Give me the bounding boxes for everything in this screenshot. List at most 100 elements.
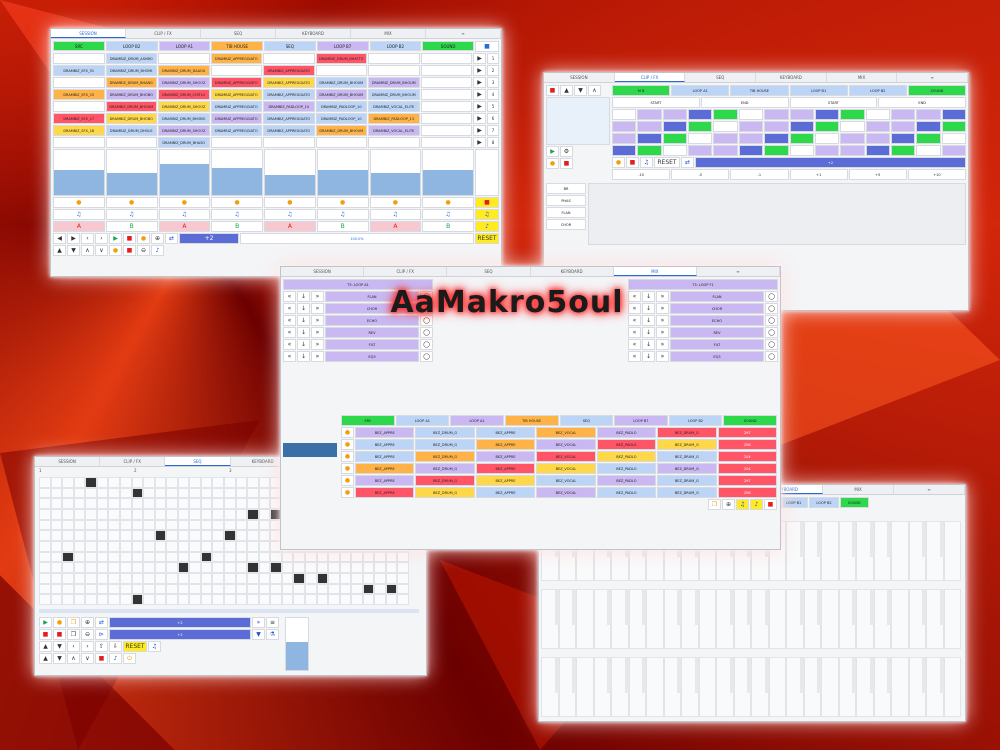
sequencer-step[interactable] bbox=[339, 562, 352, 573]
tab-session[interactable]: SESSION bbox=[281, 267, 365, 276]
sequencer-step[interactable] bbox=[131, 594, 144, 605]
sequencer-step[interactable] bbox=[200, 541, 213, 552]
sequencer-step[interactable] bbox=[177, 583, 190, 595]
clip-slot[interactable] bbox=[420, 113, 472, 124]
clip-slot[interactable]: DRAMBIZ_APPREGGIATO bbox=[210, 53, 262, 64]
sequencer-step[interactable] bbox=[304, 583, 317, 595]
track-header[interactable]: SOUND bbox=[422, 41, 474, 51]
sequencer-step[interactable] bbox=[362, 551, 375, 563]
tab-mix[interactable]: MIX bbox=[827, 73, 898, 82]
clip-slot[interactable]: DRAMBIZ_SFX_18 bbox=[53, 125, 105, 136]
step-pad[interactable] bbox=[662, 145, 688, 156]
volume-fader[interactable] bbox=[316, 149, 369, 196]
sequencer-step[interactable] bbox=[200, 509, 213, 520]
rewind-icon[interactable]: « bbox=[628, 351, 641, 362]
tab-keyboard[interactable]: KEYBOARD bbox=[756, 73, 827, 82]
step-pad[interactable] bbox=[916, 121, 941, 132]
white-key[interactable] bbox=[716, 657, 737, 717]
knob-icon[interactable]: ◯ bbox=[765, 339, 778, 350]
rewind-icon[interactable]: « bbox=[283, 291, 296, 302]
clip-slot[interactable]: BEZ_DRUM_G bbox=[657, 463, 717, 474]
mute-icon[interactable]: ● bbox=[341, 451, 354, 462]
clip-slot[interactable]: DRAMBIZ_DRUM_DHOLE bbox=[105, 125, 157, 136]
scene-play-icon[interactable]: ▶ bbox=[473, 53, 486, 64]
step-pad[interactable] bbox=[890, 145, 916, 156]
next-icon[interactable]: › bbox=[95, 233, 108, 244]
tab-mix[interactable]: MIX bbox=[351, 29, 426, 38]
step-pad[interactable] bbox=[840, 145, 865, 156]
tab-clip-fx[interactable]: CLIP / FX bbox=[126, 29, 201, 38]
forward-icon[interactable]: » bbox=[311, 327, 324, 338]
sequencer-step[interactable] bbox=[143, 541, 155, 552]
sequencer-step[interactable] bbox=[143, 509, 155, 520]
position-slider[interactable] bbox=[39, 609, 419, 613]
fx-label[interactable]: PHAS bbox=[546, 195, 586, 206]
sequencer-step[interactable] bbox=[62, 541, 74, 552]
reset-button[interactable]: RESET bbox=[654, 157, 680, 168]
sequencer-step[interactable] bbox=[212, 530, 224, 541]
clip-slot[interactable]: BEZ_DRUM_G bbox=[657, 487, 717, 498]
sequencer-step[interactable] bbox=[351, 551, 363, 563]
sequencer-step[interactable] bbox=[224, 583, 236, 595]
track-tab[interactable]: SOUND bbox=[907, 85, 967, 96]
sequencer-step[interactable] bbox=[200, 498, 213, 509]
sequencer-step[interactable] bbox=[96, 583, 109, 595]
sequencer-step[interactable] bbox=[189, 583, 201, 595]
forward-icon[interactable]: » bbox=[656, 327, 669, 338]
sequencer-step[interactable] bbox=[374, 583, 386, 595]
sequencer-step[interactable] bbox=[189, 498, 201, 509]
white-key[interactable] bbox=[663, 589, 684, 649]
prev-icon[interactable]: ‹ bbox=[81, 233, 94, 244]
sequencer-step[interactable] bbox=[119, 477, 132, 488]
sequencer-step[interactable] bbox=[62, 583, 74, 595]
clip-slot[interactable]: BEZ_VOCAL bbox=[536, 475, 596, 486]
sequencer-step[interactable] bbox=[212, 541, 224, 552]
sequencer-step[interactable] bbox=[62, 487, 74, 499]
sequencer-step[interactable] bbox=[247, 562, 259, 573]
sequencer-step[interactable] bbox=[39, 519, 51, 531]
sequencer-step[interactable] bbox=[39, 477, 51, 488]
sequencer-step[interactable] bbox=[200, 551, 213, 563]
sequencer-step[interactable] bbox=[293, 551, 305, 563]
clip-slot[interactable] bbox=[420, 125, 472, 136]
knob-icon[interactable]: ◯ bbox=[765, 303, 778, 314]
sequencer-step[interactable] bbox=[224, 594, 236, 605]
step-pad[interactable] bbox=[688, 121, 713, 132]
tab-seq[interactable]: SEQ bbox=[685, 73, 757, 82]
sequencer-step[interactable] bbox=[316, 594, 329, 605]
sequencer-step[interactable] bbox=[96, 541, 109, 552]
tab-keyboard[interactable]: KEYBOARD bbox=[531, 267, 614, 276]
sequencer-step[interactable] bbox=[143, 519, 155, 531]
sequencer-step[interactable] bbox=[235, 519, 248, 531]
sequencer-step[interactable] bbox=[108, 530, 120, 541]
clip-slot[interactable]: BEZ_VOCAL bbox=[536, 427, 596, 438]
sequencer-step[interactable] bbox=[397, 551, 409, 563]
sequencer-step[interactable] bbox=[50, 477, 63, 488]
sequencer-step[interactable] bbox=[85, 562, 97, 573]
crossfader-assign[interactable]: A bbox=[264, 221, 316, 232]
white-key[interactable] bbox=[856, 521, 877, 581]
sequencer-step[interactable] bbox=[177, 477, 190, 488]
step-pad[interactable] bbox=[688, 145, 713, 156]
sequencer-step[interactable] bbox=[143, 498, 155, 509]
nudge-button[interactable]: +5 bbox=[848, 169, 907, 180]
step-pad[interactable] bbox=[713, 133, 738, 144]
headphones-icon[interactable]: ♫ bbox=[158, 209, 211, 220]
clip-slot[interactable]: BEZ_PADLO bbox=[596, 487, 657, 498]
track-tab[interactable]: LOOP A1 bbox=[671, 85, 730, 96]
volume-fader[interactable] bbox=[53, 149, 105, 196]
sequencer-step[interactable] bbox=[73, 594, 86, 605]
white-key[interactable] bbox=[593, 657, 614, 717]
scene-number[interactable]: 3 bbox=[487, 77, 499, 88]
sequencer-step[interactable] bbox=[154, 530, 167, 541]
mic-icon[interactable]: ♪ bbox=[750, 499, 763, 510]
sequencer-step[interactable] bbox=[108, 509, 120, 520]
white-key[interactable] bbox=[803, 657, 824, 717]
up-icon[interactable]: ▲ bbox=[560, 85, 573, 96]
track-header[interactable]: SOUND bbox=[723, 415, 777, 426]
clip-slot[interactable]: DRAMBIZ_APPREGGIATO bbox=[263, 65, 315, 76]
metronome-icon[interactable]: ● bbox=[137, 233, 150, 244]
track-header[interactable]: LOOP B7 bbox=[316, 41, 369, 51]
down-icon[interactable]: ▼ bbox=[53, 641, 66, 652]
sequencer-step[interactable] bbox=[50, 487, 63, 499]
